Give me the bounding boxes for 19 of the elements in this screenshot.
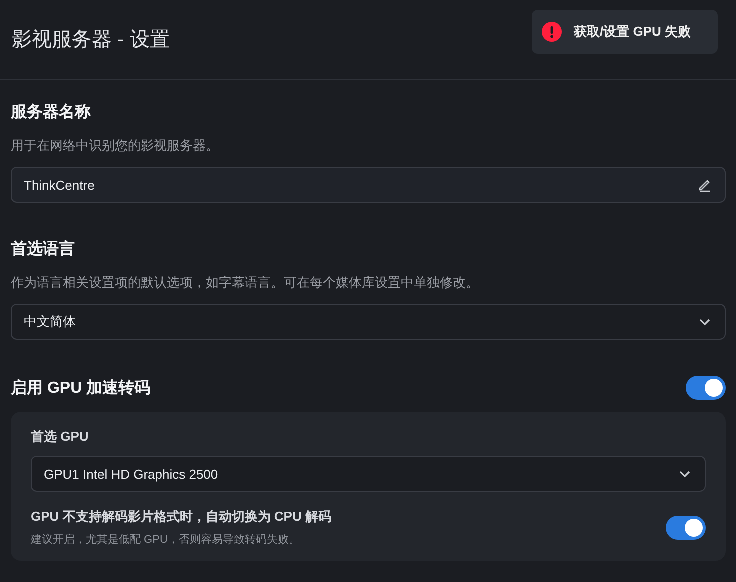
section-title: 服务器名称 <box>11 102 92 123</box>
option-label: 首选 GPU <box>31 428 90 446</box>
dropdown-value: 中文简体 <box>24 313 76 331</box>
field-value: ThinkCentre <box>24 178 95 192</box>
section-title: 首选语言 <box>11 239 76 260</box>
section-description: 作为语言相关设置项的默认选项，如字幕语言。可在每个媒体库设置中单独修改。 <box>11 274 480 292</box>
dropdown-value: GPU1 Intel HD Graphics 2500 <box>44 466 218 482</box>
option-hint: 建议开启，尤其是低配 GPU，否则容易导致转码失败。 <box>31 532 301 547</box>
toggle-switch[interactable] <box>686 376 726 400</box>
toggle-switch[interactable] <box>666 516 706 540</box>
section-description: 用于在网络中识别您的影视服务器。 <box>11 137 220 155</box>
dropdown[interactable]: GPU1 Intel HD Graphics 2500 <box>31 456 706 492</box>
option-label: GPU 不支持解码影片格式时，自动切换为 CPU 解码 <box>31 508 332 526</box>
server-name-field[interactable]: ThinkCentre <box>11 167 726 203</box>
error-icon <box>542 22 562 42</box>
section-title: 启用 GPU 加速转码 <box>11 378 151 398</box>
dropdown[interactable]: 中文简体 <box>11 304 726 340</box>
page-title: 影视服务器 - 设置 <box>12 28 170 53</box>
toast-message: 获取/设置 GPU 失败 <box>574 23 692 41</box>
